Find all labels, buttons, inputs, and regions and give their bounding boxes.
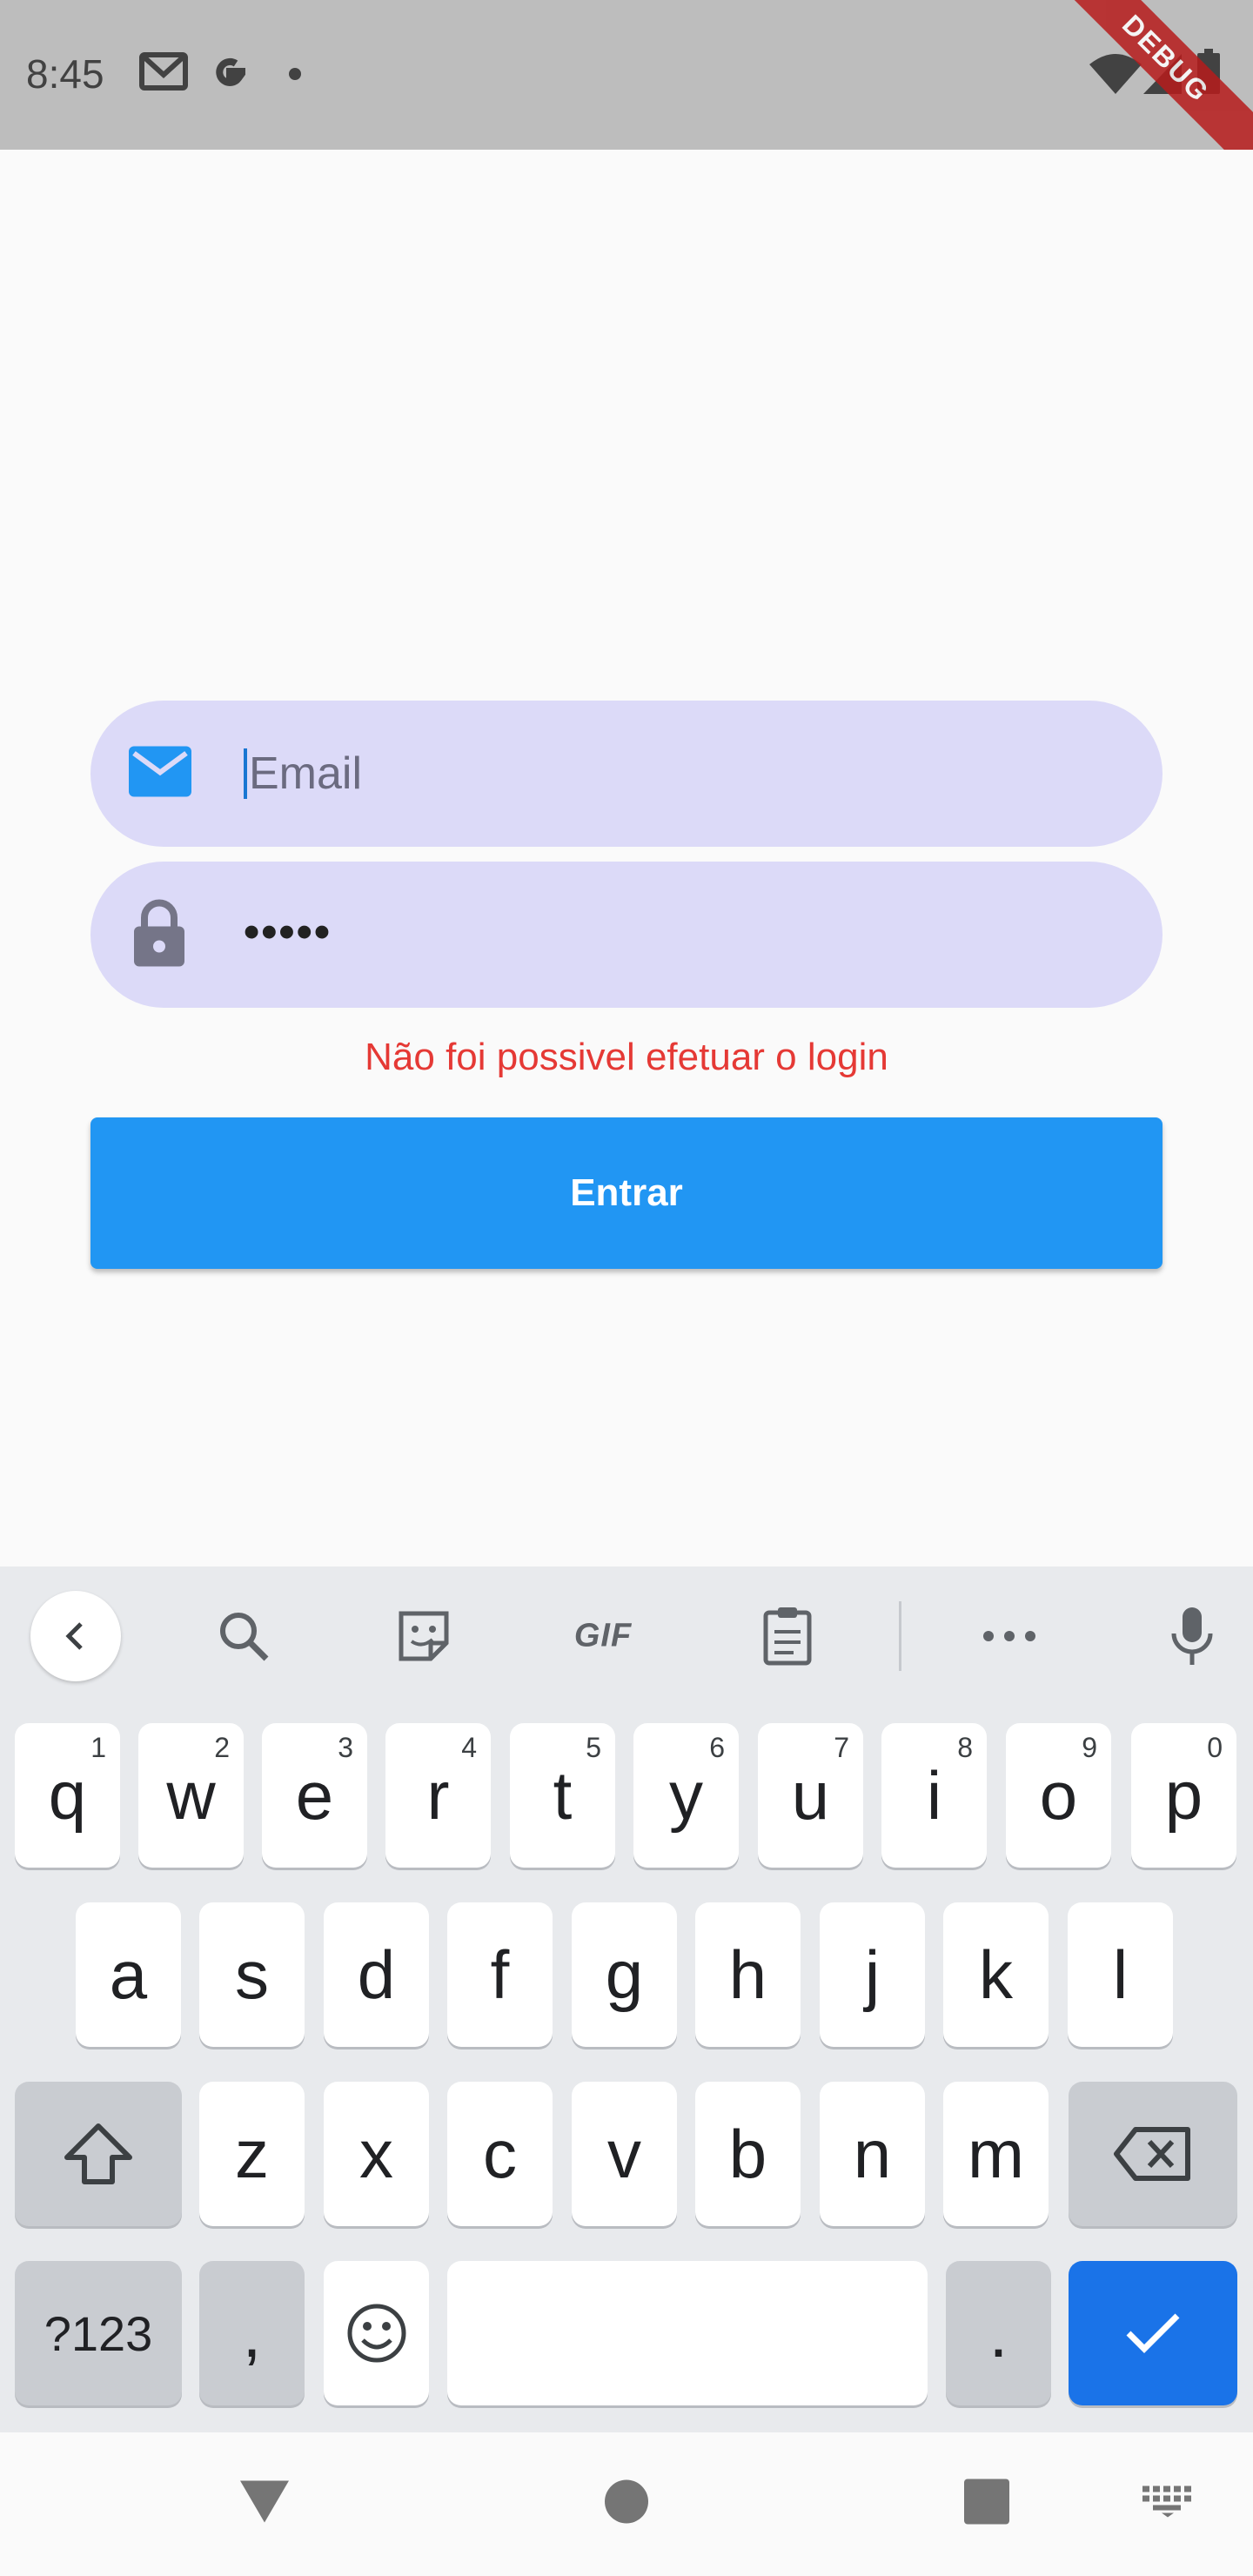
key-label: i (926, 1756, 942, 1834)
password-field[interactable]: ••••• (90, 862, 1163, 1008)
key-q[interactable]: q1 (15, 1723, 120, 1868)
key-v[interactable]: v (572, 2082, 677, 2226)
keyboard: GIF q1 w2 e3 r4 t5 y6 u7 i8 o9 p0 a s d … (0, 1566, 1253, 2432)
password-value: ••••• (244, 907, 332, 957)
key-p[interactable]: p0 (1131, 1723, 1236, 1868)
key-e[interactable]: e3 (262, 1723, 367, 1868)
key-hint: 0 (1207, 1732, 1223, 1763)
key-j[interactable]: j (820, 1902, 925, 2047)
key-label: q (48, 1756, 87, 1834)
backspace-icon (1114, 2127, 1190, 2181)
shift-icon (64, 2123, 132, 2184)
key-k[interactable]: k (943, 1902, 1049, 2047)
key-hint: 3 (338, 1732, 353, 1763)
key-label: u (791, 1756, 830, 1834)
key-l[interactable]: l (1068, 1902, 1173, 2047)
key-i[interactable]: i8 (881, 1723, 987, 1868)
emoji-icon (347, 2304, 405, 2363)
key-hint: 7 (834, 1732, 849, 1763)
keyboard-switch-icon[interactable] (1142, 2485, 1193, 2522)
toolbar-divider (899, 1601, 901, 1671)
key-label: e (295, 1756, 334, 1834)
wifi-icon (1089, 54, 1142, 98)
key-hint: 4 (461, 1732, 477, 1763)
text-cursor (244, 748, 247, 799)
key-w[interactable]: w2 (138, 1723, 244, 1868)
notification-dot-icon (289, 68, 301, 84)
checkmark-icon (1126, 2313, 1180, 2353)
key-u[interactable]: u7 (758, 1723, 863, 1868)
mic-icon[interactable] (1170, 1606, 1214, 1667)
key-label: o (1039, 1756, 1078, 1834)
email-field[interactable]: Email (90, 701, 1163, 847)
key-m[interactable]: m (943, 2082, 1049, 2226)
key-hint: 6 (709, 1732, 725, 1763)
status-time: 8:45 (26, 51, 104, 97)
more-icon[interactable] (982, 1629, 1037, 1643)
home-nav-icon[interactable] (604, 2479, 649, 2529)
gmail-icon (139, 52, 188, 95)
backspace-key[interactable] (1069, 2082, 1237, 2226)
email-icon (129, 746, 191, 802)
key-hint: 5 (586, 1732, 601, 1763)
key-z[interactable]: z (199, 2082, 305, 2226)
key-y[interactable]: y6 (633, 1723, 739, 1868)
navigation-bar (0, 2432, 1253, 2576)
error-message: Não foi possivel efetuar o login (365, 1036, 888, 1078)
key-h[interactable]: h (695, 1902, 801, 2047)
key-label: p (1164, 1756, 1203, 1834)
key-n[interactable]: n (820, 2082, 925, 2226)
symbols-key[interactable]: ?123 (15, 2261, 182, 2405)
space-key[interactable] (447, 2261, 928, 2405)
sticker-icon[interactable] (396, 1608, 452, 1664)
key-label: r (426, 1756, 450, 1834)
key-a[interactable]: a (76, 1902, 181, 2047)
login-button[interactable]: Entrar (90, 1117, 1163, 1269)
comma-key[interactable]: , (199, 2261, 305, 2405)
google-icon (207, 52, 251, 100)
key-label: w (166, 1756, 216, 1834)
emoji-key[interactable] (324, 2261, 429, 2405)
key-s[interactable]: s (199, 1902, 305, 2047)
recents-nav-icon[interactable] (964, 2479, 1009, 2529)
gif-label: GIF (573, 1617, 633, 1654)
key-label: t (553, 1756, 573, 1834)
period-key[interactable]: . (946, 2261, 1051, 2405)
search-icon[interactable] (216, 1608, 271, 1664)
keyboard-toolbar: GIF (0, 1566, 1253, 1706)
key-hint: 8 (957, 1732, 973, 1763)
key-d[interactable]: d (324, 1902, 429, 2047)
status-bar: 8:45 DEBUG (0, 0, 1253, 150)
key-label: y (669, 1756, 703, 1834)
key-x[interactable]: x (324, 2082, 429, 2226)
key-g[interactable]: g (572, 1902, 677, 2047)
shift-key[interactable] (15, 2082, 182, 2226)
email-placeholder: Email (249, 748, 363, 799)
debug-banner: DEBUG (1044, 0, 1253, 150)
back-nav-icon[interactable] (238, 2479, 291, 2529)
key-f[interactable]: f (447, 1902, 553, 2047)
key-t[interactable]: t5 (510, 1723, 615, 1868)
key-b[interactable]: b (695, 2082, 801, 2226)
key-hint: 1 (90, 1732, 106, 1763)
clipboard-icon[interactable] (762, 1606, 813, 1667)
key-hint: 2 (214, 1732, 230, 1763)
key-c[interactable]: c (447, 2082, 553, 2226)
key-o[interactable]: o9 (1006, 1723, 1111, 1868)
gif-button[interactable]: GIF (574, 1618, 632, 1655)
lock-icon (132, 899, 186, 971)
key-hint: 9 (1082, 1732, 1097, 1763)
enter-key[interactable] (1069, 2261, 1237, 2405)
key-r[interactable]: r4 (385, 1723, 491, 1868)
back-icon[interactable] (30, 1591, 121, 1681)
